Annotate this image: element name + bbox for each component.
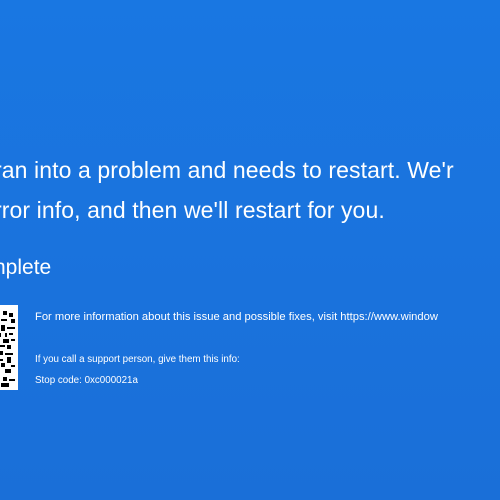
more-info-text: For more information about this issue an… <box>35 311 438 323</box>
stop-code-text: Stop code: 0xc000021a <box>35 375 138 386</box>
qr-code-pattern <box>0 311 15 387</box>
progress-text: nplete <box>0 256 52 279</box>
qr-code-icon <box>0 305 18 390</box>
error-message-line-1: ran into a problem and needs to restart.… <box>0 157 454 183</box>
support-text: If you call a support person, give them … <box>35 354 240 365</box>
bsod-screen: ran into a problem and needs to restart.… <box>0 0 500 500</box>
error-message-line-2: rror info, and then we'll restart for yo… <box>0 197 385 223</box>
